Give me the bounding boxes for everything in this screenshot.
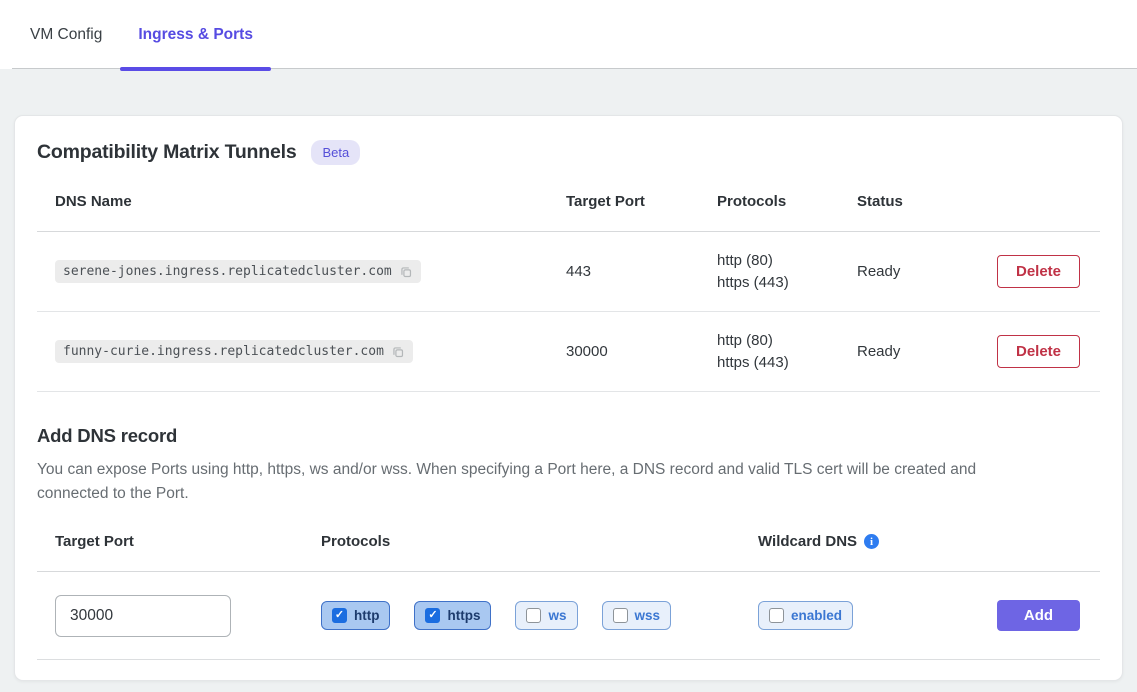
checkbox-icon	[769, 608, 784, 623]
column-header-protocols: Protocols	[717, 193, 857, 210]
table-header-row: DNS Name Target Port Protocols Status	[37, 185, 1100, 232]
checkbox-label: https	[447, 608, 480, 623]
protocol-entry: http (80)	[717, 250, 857, 272]
column-header-target-port: Target Port	[566, 193, 717, 210]
delete-button[interactable]: Delete	[997, 255, 1080, 288]
table-row: serene-jones.ingress.replicatedcluster.c…	[37, 232, 1100, 312]
form-row: http https ws wss	[37, 572, 1100, 660]
copy-icon[interactable]	[398, 264, 413, 279]
checkbox-label: http	[354, 608, 379, 623]
tab-vm-config[interactable]: VM Config	[12, 0, 120, 69]
tunnels-table: DNS Name Target Port Protocols Status se…	[37, 185, 1100, 392]
card-title: Compatibility Matrix Tunnels	[37, 141, 296, 164]
wildcard-enabled-checkbox[interactable]: enabled	[758, 601, 853, 630]
protocol-checkbox-wss[interactable]: wss	[602, 601, 672, 630]
checkbox-label: enabled	[791, 608, 842, 623]
target-port-value: 443	[566, 263, 717, 280]
tab-ingress-ports[interactable]: Ingress & Ports	[120, 0, 271, 69]
target-port-input[interactable]	[55, 595, 231, 637]
protocol-checkbox-http[interactable]: http	[321, 601, 390, 630]
protocol-checkbox-https[interactable]: https	[414, 601, 491, 630]
dns-name-pill: serene-jones.ingress.replicatedcluster.c…	[55, 260, 421, 283]
protocol-checkbox-group: http https ws wss	[321, 601, 758, 630]
add-button[interactable]: Add	[997, 600, 1080, 631]
add-dns-description: You can expose Ports using http, https, …	[37, 458, 1047, 506]
delete-button[interactable]: Delete	[997, 335, 1080, 368]
checkbox-label: ws	[548, 608, 566, 623]
add-dns-title: Add DNS record	[37, 425, 1100, 447]
add-dns-section: Add DNS record You can expose Ports usin…	[37, 425, 1100, 660]
dns-name-pill: funny-curie.ingress.replicatedcluster.co…	[55, 340, 413, 363]
info-icon[interactable]: i	[864, 534, 879, 549]
page-content: Compatibility Matrix Tunnels Beta DNS Na…	[0, 69, 1137, 681]
tabs: VM Config Ingress & Ports	[12, 0, 1137, 69]
protocol-entry: https (443)	[717, 352, 857, 374]
table-row: funny-curie.ingress.replicatedcluster.co…	[37, 312, 1100, 392]
checkbox-icon	[613, 608, 628, 623]
protocol-entry: http (80)	[717, 330, 857, 352]
card-header: Compatibility Matrix Tunnels Beta	[37, 140, 1100, 165]
checkbox-icon	[332, 608, 347, 623]
checkbox-icon	[526, 608, 541, 623]
dns-name-text: funny-curie.ingress.replicatedcluster.co…	[63, 344, 384, 359]
status-value: Ready	[857, 263, 997, 280]
copy-icon[interactable]	[390, 344, 405, 359]
form-header-target-port: Target Port	[37, 533, 321, 550]
form-header-wildcard-dns: Wildcard DNS	[758, 533, 857, 550]
form-header-row: Target Port Protocols Wildcard DNS i	[37, 533, 1100, 572]
form-header-protocols: Protocols	[321, 533, 758, 550]
tunnels-card: Compatibility Matrix Tunnels Beta DNS Na…	[14, 115, 1123, 681]
target-port-value: 30000	[566, 343, 717, 360]
checkbox-icon	[425, 608, 440, 623]
beta-badge: Beta	[311, 140, 360, 165]
dns-name-text: serene-jones.ingress.replicatedcluster.c…	[63, 264, 392, 279]
tab-bar: VM Config Ingress & Ports	[0, 0, 1137, 69]
column-header-status: Status	[857, 193, 997, 210]
checkbox-label: wss	[635, 608, 661, 623]
protocol-checkbox-ws[interactable]: ws	[515, 601, 577, 630]
status-value: Ready	[857, 343, 997, 360]
column-header-dns-name: DNS Name	[37, 193, 566, 210]
protocol-entry: https (443)	[717, 272, 857, 294]
